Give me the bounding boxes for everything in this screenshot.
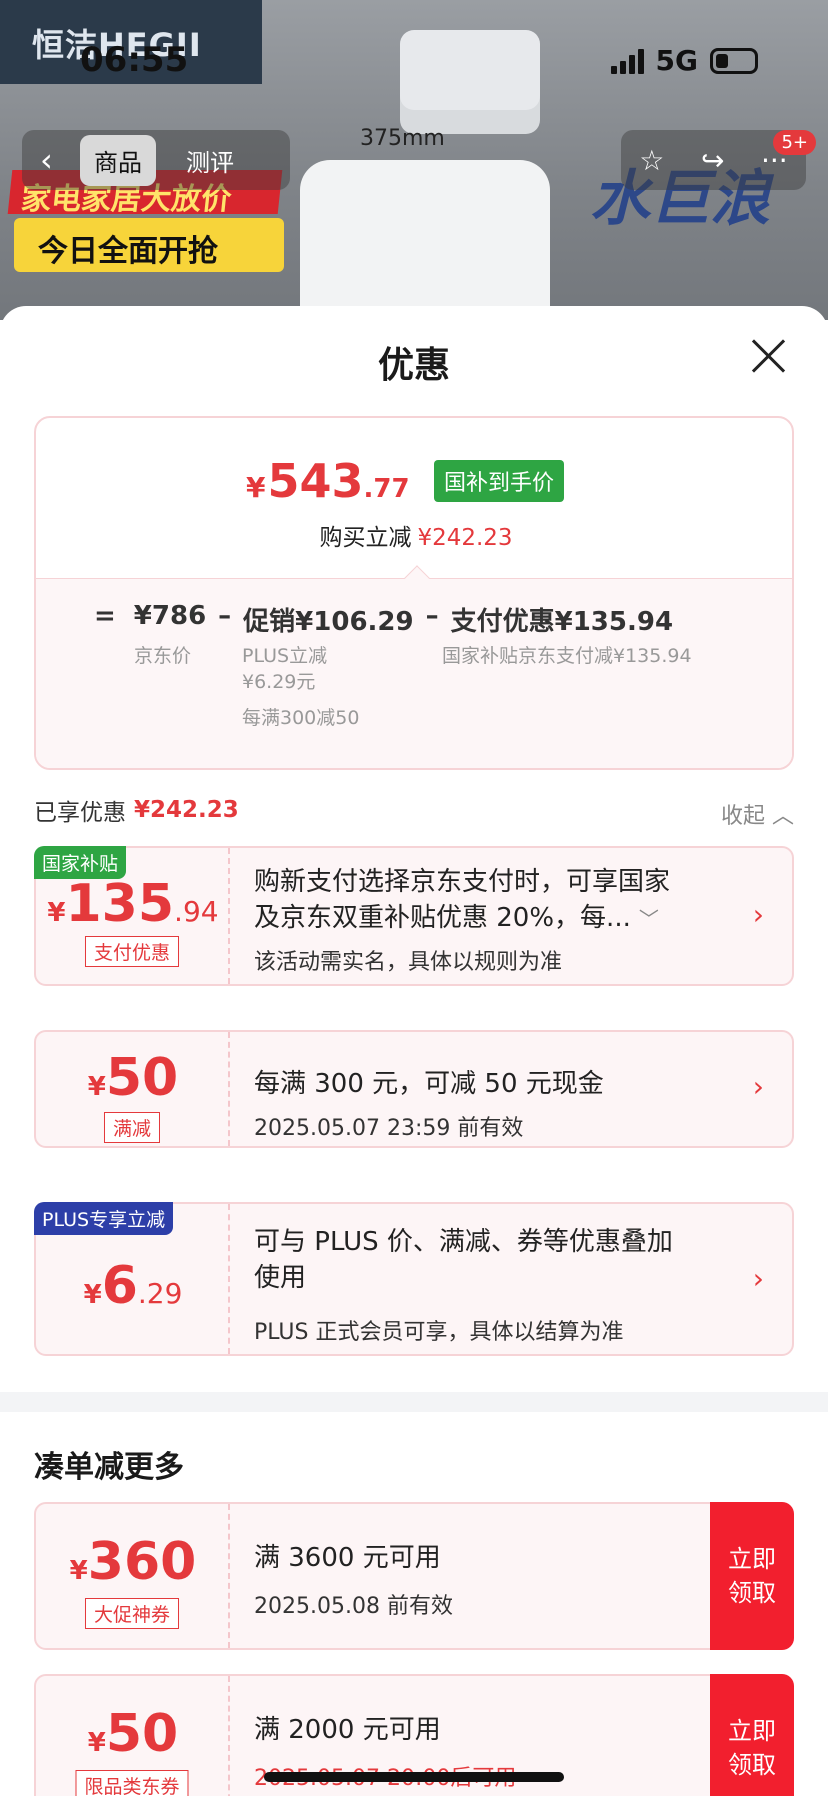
price-summary-card: ¥ 543 .77 国补到手价 购买立减 ¥242.23 = ¥786 – 促销¥… [34,416,794,770]
signal-icon [610,48,644,74]
toilet-image [300,160,550,320]
favorite-star-icon[interactable]: ☆ [639,144,664,177]
home-indicator[interactable] [264,1772,564,1782]
jd-price: ¥786 [133,601,207,631]
section-divider [0,1392,828,1412]
coupon-note: 该活动需实名，具体以规则为准 [254,950,563,975]
coupon-condition: 满 3600 元可用 [254,1543,441,1573]
coupon-type-tag: 满减 [103,1112,161,1143]
price-formula: = ¥786 – 促销¥106.29 – 支付优惠¥135.94 [94,601,674,637]
sheet-title: 优惠 [377,345,450,386]
coupon-type-tag: 大促神券 [84,1598,180,1629]
status-time: 06:55 [80,40,189,80]
coupon-amount: ¥50 [87,1048,179,1108]
coupon-type-tag: 支付优惠 [84,936,180,967]
collapse-button[interactable]: 收起 ︿ [721,798,794,830]
back-icon[interactable]: ‹ [40,141,64,179]
notification-badge: 5+ [773,130,816,155]
plus-badge: PLUS专享立减 [34,1202,174,1235]
coupon-condition: 满 2000 元可用 [254,1715,441,1745]
jd-price-label: 京东价 [134,645,192,667]
enjoyed-discount-row: 已享优惠 ¥242.23 收起 ︿ [34,790,794,830]
battery-icon [710,47,758,74]
price-breakdown: = ¥786 – 促销¥106.29 – 支付优惠¥135.94 京东价 PLU… [36,565,792,768]
promo-amount: 促销¥106.29 [243,607,414,637]
chevron-right-icon[interactable]: › [753,898,764,931]
coupon-card: ¥360 大促神券 满 3600 元可用 2025.05.08 前有效 立即 领… [34,1502,794,1650]
coupon-description: 每满 300 元，可减 50 元现金 [254,1069,604,1099]
coupon-amount: ¥6.29 [83,1256,183,1316]
instant-discount-line: 购买立减 ¥242.23 [319,525,513,551]
pay-sub: 国家补贴京东支付减¥135.94 [442,645,692,667]
chevron-right-icon[interactable]: › [753,1262,764,1295]
coupon-description: 购新支付选择京东支付时，可享国家 及京东双重补贴优惠 20%，每... ﹀ [254,867,671,933]
coupon-type-tag: 限品类东券 [75,1770,189,1796]
discount-sheet: 优惠 ¥ 543 .77 国补到手价 购买立减 ¥242.23 = ¥786 – … [0,306,828,1796]
expand-icon[interactable]: ﹀ [639,907,659,931]
status-icons: 5G [610,44,758,77]
network-label: 5G [655,44,698,77]
coupon-amount: ¥50 [87,1704,179,1764]
nav-tabs: ‹ 商品 测评 [22,130,290,190]
section-title: 凑单减更多 [34,1450,184,1485]
coupon-full-reduction[interactable]: ¥50 满减 每满 300 元，可减 50 元现金 2025.05.07 23:… [34,1030,794,1148]
claim-button[interactable]: 立即 领取 [710,1674,794,1796]
coupon-validity: 2025.05.08 前有效 [254,1594,453,1619]
promo-sub-1: PLUS立减 [242,645,328,667]
promo-sub-3: 每满300减50 [242,707,360,729]
chevron-right-icon[interactable]: › [753,1070,764,1103]
promo-banner-2: 今日全面开抢 [14,218,284,272]
gov-subsidy-price-tag: 国补到手价 [434,460,565,502]
coupon-plus-discount[interactable]: PLUS专享立减 ¥6.29 可与 PLUS 价、满减、券等优惠叠加 使用 PL… [34,1202,794,1356]
promo-sub-2: ¥6.29元 [242,671,316,693]
tab-review[interactable]: 测评 [172,135,248,186]
enjoyed-label: 已享优惠 [34,800,126,826]
close-icon[interactable] [748,336,788,376]
dimension-label: 375mm [360,126,445,151]
claim-button[interactable]: 立即 领取 [710,1502,794,1650]
coupon-amount: ¥360 [69,1532,197,1592]
coupon-validity: 2025.05.07 23:59 前有效 [254,1116,524,1141]
coupon-gov-subsidy[interactable]: 国家补贴 ¥135.94 支付优惠 购新支付选择京东支付时，可享国家 及京东双重… [34,846,794,986]
towel-image [400,30,540,110]
share-icon[interactable]: ↪ [701,144,724,177]
enjoyed-amount: ¥242.23 [134,797,239,823]
tab-product[interactable]: 商品 [80,134,156,186]
final-price: ¥ 543 .77 [246,454,410,508]
pay-discount-amount: 支付优惠¥135.94 [450,607,674,637]
coupon-amount: ¥135.94 [47,874,219,934]
coupon-description: 可与 PLUS 价、满减、券等优惠叠加 使用 [254,1227,673,1293]
coupon-note: PLUS 正式会员可享，具体以结算为准 [254,1320,624,1345]
